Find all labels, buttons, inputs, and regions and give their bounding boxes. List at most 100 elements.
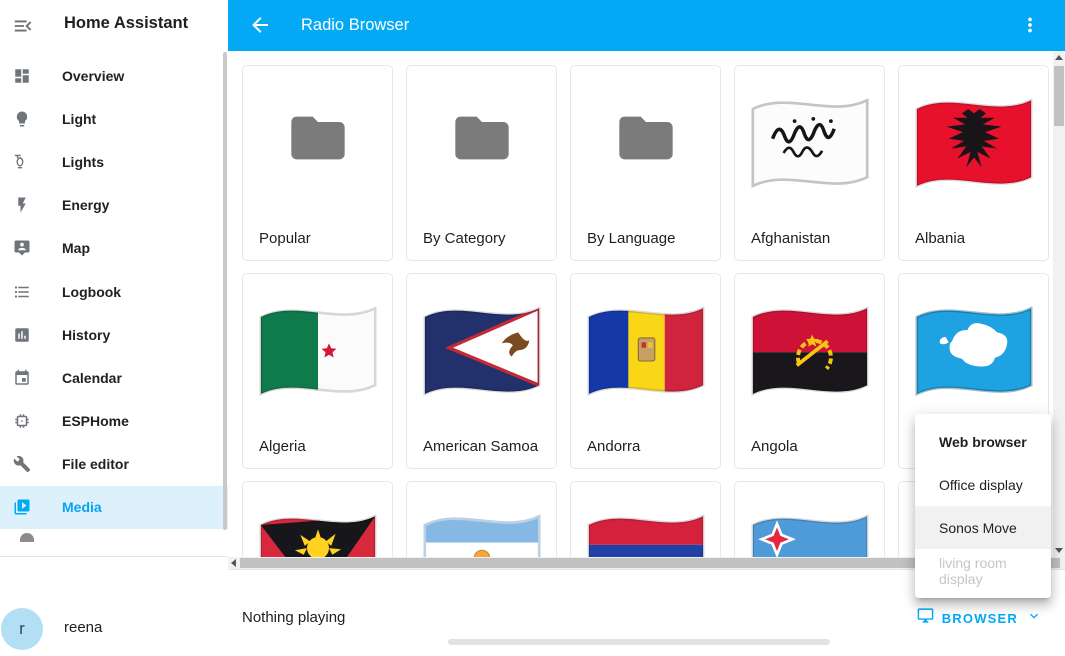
media-card-label: By Category: [423, 230, 506, 247]
media-card-by-category[interactable]: By Category: [406, 65, 557, 261]
wrench-icon: [13, 455, 31, 473]
device-menu-item-label: Web browser: [939, 434, 1027, 450]
media-card-andorra[interactable]: Andorra: [570, 273, 721, 469]
afghanistan-flag-image: [744, 86, 876, 198]
folder-icon: [450, 106, 514, 170]
media-card-by-language[interactable]: By Language: [570, 65, 721, 261]
sidebar-item-map[interactable]: Map: [0, 227, 228, 270]
media-card-armenia[interactable]: [570, 481, 721, 569]
scroll-up-arrow-icon[interactable]: [1055, 55, 1063, 60]
sidebar-item-label: ESPHome: [62, 413, 129, 429]
media-target-button[interactable]: BROWSER: [917, 607, 1042, 629]
folder-icon: [286, 106, 350, 170]
vertical-scrollbar[interactable]: [1053, 51, 1065, 557]
view-dashboard-icon: [13, 67, 31, 85]
sidebar-item-notifications[interactable]: Notifications 1: [0, 562, 228, 606]
vertical-scrollbar-thumb[interactable]: [1054, 66, 1064, 126]
sidebar-item-profile[interactable]: r reena: [0, 606, 228, 652]
sidebar-item-lights[interactable]: Lights: [0, 140, 228, 183]
andorra-flag-image: [580, 294, 712, 406]
media-card-afghanistan[interactable]: Afghanistan: [734, 65, 885, 261]
scroll-down-arrow-icon[interactable]: [1055, 548, 1063, 553]
media-card-popular[interactable]: Popular: [242, 65, 393, 261]
media-card-label: Algeria: [259, 438, 306, 455]
device-menu-item-web-browser[interactable]: Web browser: [915, 420, 1051, 463]
media-card-label: Andorra: [587, 438, 640, 455]
page-title: Radio Browser: [301, 16, 409, 35]
app-title: Home Assistant: [64, 14, 188, 33]
media-card-label: Popular: [259, 230, 311, 247]
scroll-left-arrow-icon[interactable]: [231, 559, 236, 567]
media-player-dropdown: Web browser Office display Sonos Move livin…: [915, 414, 1051, 598]
sidebar-item-light[interactable]: Light: [0, 97, 228, 140]
bottom-scrollbar-thumb[interactable]: [448, 639, 830, 645]
device-menu-item-label: Office display: [939, 477, 1023, 493]
media-card-albania[interactable]: Albania: [898, 65, 1049, 261]
sidebar-item-label: Light: [62, 111, 96, 127]
sidebar-item-label: Overview: [62, 68, 124, 84]
sidebar-item-media[interactable]: Media: [0, 486, 228, 529]
media-card-label: American Samoa: [423, 438, 538, 455]
sidebar-items: Overview Light Lights Energy Map Logbook Histo…: [0, 54, 228, 529]
american_samoa-flag-image: [416, 294, 548, 406]
flash-icon: [13, 196, 31, 214]
sidebar-scrollbar-thumb[interactable]: [223, 52, 227, 530]
tooltip-account-icon: [13, 239, 31, 257]
media-card-label: Albania: [915, 230, 965, 247]
media-card-aruba[interactable]: [734, 481, 885, 569]
user-name: reena: [64, 619, 102, 636]
media-card-american-samoa[interactable]: American Samoa: [406, 273, 557, 469]
memory-chip-icon: [13, 412, 31, 430]
sidebar-header: Home Assistant: [0, 0, 228, 52]
sidebar-item-calendar[interactable]: Calendar: [0, 356, 228, 399]
sidebar-item-label: Logbook: [62, 284, 121, 300]
sidebar-item-label: Calendar: [62, 370, 122, 386]
media-card-label: Afghanistan: [751, 230, 830, 247]
play-box-multiple-icon: [13, 498, 31, 516]
folder-icon: [614, 106, 678, 170]
sidebar-item-history[interactable]: History: [0, 313, 228, 356]
menu-open-icon[interactable]: [12, 15, 34, 37]
device-menu-item-living-room-display: living room display: [915, 549, 1051, 592]
media-card-label: By Language: [587, 230, 675, 247]
format-list-bulleted-icon: [13, 283, 31, 301]
device-menu-item-label: Sonos Move: [939, 520, 1017, 536]
sidebar-divider: [0, 556, 228, 557]
albania-flag-image: [908, 86, 1040, 198]
antarctica-flag-image: [908, 294, 1040, 406]
chart-box-icon: [13, 326, 31, 344]
device-menu-item-sonos-move[interactable]: Sonos Move: [915, 506, 1051, 549]
device-menu-item-office-display[interactable]: Office display: [915, 463, 1051, 506]
overflow-menu-button[interactable]: [1019, 14, 1041, 36]
back-button[interactable]: [248, 13, 272, 37]
now-playing-status: Nothing playing: [242, 609, 345, 626]
device-menu-item-label: living room display: [939, 555, 1051, 587]
sidebar-item-file-editor[interactable]: File editor: [0, 443, 228, 486]
media-card-algeria[interactable]: Algeria: [242, 273, 393, 469]
sidebar-item-logbook[interactable]: Logbook: [0, 270, 228, 313]
media-card-antigua_barbuda[interactable]: [242, 481, 393, 569]
sidebar-item-label: File editor: [62, 456, 129, 472]
sidebar-item-label: Map: [62, 240, 90, 256]
media-card-label: Angola: [751, 438, 798, 455]
partial-item-icon: [20, 533, 34, 542]
algeria-flag-image: [252, 294, 384, 406]
sidebar-item-label: History: [62, 327, 110, 343]
sidebar-item-energy[interactable]: Energy: [0, 184, 228, 227]
media-card-angola[interactable]: Angola: [734, 273, 885, 469]
sidebar-item-esphome[interactable]: ESPHome: [0, 400, 228, 443]
lightbulb-icon: [13, 110, 31, 128]
home-assistant-app: Home Assistant Overview Light Lights Energy…: [0, 0, 1065, 656]
sidebar-item-label: Energy: [62, 197, 109, 213]
sidebar: Home Assistant Overview Light Lights Energy…: [0, 0, 228, 656]
outdoor-lamp-icon: [13, 153, 31, 171]
chevron-down-icon: [1026, 608, 1042, 629]
sidebar-item-overview[interactable]: Overview: [0, 54, 228, 97]
monitor-icon: [917, 607, 934, 629]
sidebar-item-label: Media: [62, 499, 102, 515]
media-card-argentina[interactable]: [406, 481, 557, 569]
calendar-icon: [13, 369, 31, 387]
app-header: Radio Browser: [228, 0, 1065, 51]
media-target-label: BROWSER: [942, 611, 1018, 626]
angola-flag-image: [744, 294, 876, 406]
